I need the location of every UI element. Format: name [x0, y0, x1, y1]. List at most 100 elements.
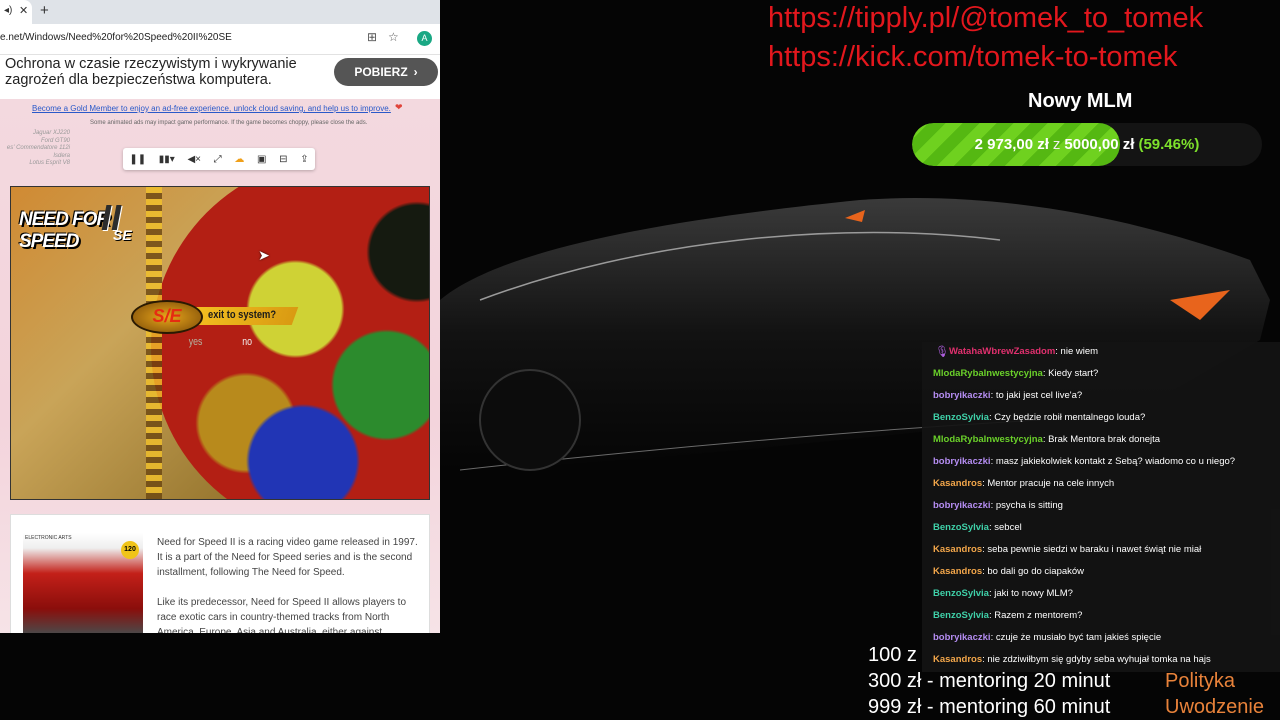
- goal-title: Nowy MLM: [1028, 90, 1133, 112]
- gamepad-icon[interactable]: ⊟: [279, 154, 287, 165]
- translate-icon[interactable]: ⊞: [367, 30, 377, 44]
- price-line: 100 z: [868, 644, 917, 666]
- chat-panel: 🎙 WatahaWbrewZasadom: nie wiem MlodaRybaI…: [922, 342, 1280, 672]
- game-description: Need for Speed II is a racing video game…: [157, 535, 419, 633]
- car-list-item: Jaguar XJ220: [32, 130, 70, 136]
- avatar[interactable]: A: [417, 31, 432, 46]
- chat-username[interactable]: bobryikaczki: [933, 390, 991, 401]
- chat-text: : psycha is sitting: [990, 500, 1063, 511]
- chat-username[interactable]: BenzoSylvia: [933, 412, 989, 423]
- chat-text: : sebcel: [988, 522, 1022, 533]
- chat-username[interactable]: BenzoSylvia: [933, 588, 989, 599]
- topic-label: Polityka: [1165, 670, 1236, 692]
- chat-text: : bo dali go do ciapaków: [982, 566, 1085, 577]
- option-no[interactable]: no: [242, 336, 252, 348]
- emulator-toolbar: ❚❚ ▮▮▾ ◀× ⤢ ☁ ▣ ⊟ ⇪: [123, 148, 315, 170]
- chat-username[interactable]: WatahaWbrewZasadom: [949, 346, 1055, 357]
- topic-label: Uwodzenie: [1165, 696, 1264, 718]
- chevron-right-icon: ›: [413, 65, 418, 79]
- ad-banner[interactable]: Ochrona w czasie rzeczywistym i wykrywan…: [0, 55, 440, 99]
- price-line: 999 zł - mentoring 60 minut: [868, 696, 1111, 718]
- chat-text: : Czy będzie robił mentalnego louda?: [988, 412, 1146, 423]
- close-icon[interactable]: ✕: [19, 4, 28, 17]
- chat-text: : masz jakiekolwiek kontakt z Sebą? wiad…: [990, 456, 1236, 467]
- car-list: Jaguar XJ220 Ford GT90 es' Commendatore …: [0, 130, 70, 168]
- goal-current: 2 973,00 zł: [974, 136, 1049, 153]
- cursor-icon: ➤: [258, 247, 270, 263]
- ad-text: Ochrona w czasie rzeczywistym i wykrywan…: [5, 56, 297, 88]
- save-icon[interactable]: ▣: [257, 154, 266, 165]
- car-list-item: Lotus Esprit V8: [29, 160, 70, 166]
- chat-message: Kasandros: seba pewnie siedzi w baraku i…: [933, 544, 1201, 555]
- chat-message: bobryikaczki: to jaki jest cel live'a?: [933, 390, 1082, 401]
- chat-message: bobryikaczki: czuje że musiało być tam j…: [933, 632, 1161, 643]
- goal-target: 5000,00 zł: [1064, 136, 1135, 153]
- download-button[interactable]: POBIERZ ›: [334, 58, 438, 86]
- se-badge: S/E: [131, 300, 203, 334]
- chat-username[interactable]: Kasandros: [933, 566, 982, 577]
- chat-text: : seba pewnie siedzi w baraku i nawet św…: [982, 544, 1202, 555]
- download-button-label: POBIERZ: [354, 65, 408, 79]
- tab-strip: ◂) ✕ +: [0, 0, 440, 24]
- mute-icon[interactable]: ◀×: [187, 154, 201, 165]
- share-icon[interactable]: ⇪: [300, 154, 308, 165]
- chat-username[interactable]: BenzoSylvia: [933, 522, 989, 533]
- car-list-item: es' Commendatore 112i: [6, 145, 70, 151]
- exit-prompt: exit to system?: [208, 309, 277, 321]
- description-paragraph: Like its predecessor, Need for Speed II …: [157, 597, 407, 633]
- goal-progress-text: 2 973,00 zł z 5000,00 zł (59.46%): [912, 123, 1262, 166]
- goal-percent: (59.46%): [1138, 136, 1200, 153]
- price-line: 300 zł - mentoring 20 minut: [868, 670, 1111, 692]
- chat-username[interactable]: bobryikaczki: [933, 632, 991, 643]
- chat-username[interactable]: MlodaRybaInwestycyjna: [933, 368, 1043, 379]
- chat-username[interactable]: bobryikaczki: [933, 456, 991, 467]
- chat-username[interactable]: Kasandros: [933, 478, 982, 489]
- game-screen[interactable]: NEED FOR SPEED II SE S/E exit to system?…: [10, 186, 430, 500]
- chat-username[interactable]: Kasandros: [933, 544, 982, 555]
- logo-suffix: SE: [113, 227, 132, 243]
- cover-badge: 120: [121, 541, 139, 559]
- performance-note: Some animated ads may impact game perfor…: [90, 120, 368, 126]
- goal-progress-bar: 2 973,00 zł z 5000,00 zł (59.46%): [912, 123, 1262, 166]
- chat-message: WatahaWbrewZasadom: nie wiem: [949, 346, 1098, 357]
- option-yes[interactable]: yes: [189, 336, 203, 348]
- address-bar[interactable]: e.net/Windows/Need%20for%20Speed%20II%20…: [0, 24, 440, 55]
- tipply-link: https://tipply.pl/@tomek_to_tomek: [768, 2, 1204, 34]
- star-icon[interactable]: ☆: [388, 30, 399, 44]
- car-list-item: Isdera: [53, 152, 70, 159]
- chat-message: BenzoSylvia: Razem z mentorem?: [933, 610, 1082, 621]
- game-info-card: ELECTRONIC ARTS 120 Need for Speed II is…: [10, 514, 430, 633]
- speaker-icon[interactable]: ◂): [4, 5, 12, 16]
- cloud-save-icon[interactable]: ☁: [234, 154, 244, 165]
- chat-text: : Mentor pracuje na cele innych: [982, 478, 1115, 489]
- chat-username[interactable]: bobryikaczki: [933, 500, 991, 511]
- description-paragraph: Need for Speed II is a racing video game…: [157, 537, 418, 578]
- chat-message: bobryikaczki: psycha is sitting: [933, 500, 1063, 511]
- chat-message: Kasandros: bo dali go do ciapaków: [933, 566, 1084, 577]
- pause-icon[interactable]: ❚❚: [129, 154, 146, 165]
- chat-text: : Brak Mentora brak donejta: [1042, 434, 1161, 445]
- quality-icon[interactable]: ▮▮▾: [159, 154, 175, 165]
- chat-username[interactable]: MlodaRybaInwestycyjna: [933, 434, 1043, 445]
- chat-message: bobryikaczki: masz jakiekolwiek kontakt …: [933, 456, 1235, 467]
- chat-text: : jaki to nowy MLM?: [988, 588, 1073, 599]
- microphone-icon: 🎙: [935, 346, 949, 358]
- chat-message: BenzoSylvia: sebcel: [933, 522, 1022, 533]
- fullscreen-icon[interactable]: ⤢: [214, 154, 222, 165]
- new-tab-icon[interactable]: +: [40, 2, 49, 19]
- game-cover-image: ELECTRONIC ARTS 120: [23, 533, 143, 633]
- chat-message: MlodaRybaInwestycyjna: Brak Mentora brak…: [933, 434, 1160, 445]
- chat-message: BenzoSylvia: jaki to nowy MLM?: [933, 588, 1073, 599]
- chat-message: BenzoSylvia: Czy będzie robił mentalnego…: [933, 412, 1145, 423]
- browser-tab[interactable]: ◂) ✕: [0, 0, 32, 24]
- chat-username[interactable]: Kasandros: [933, 654, 982, 665]
- game-logo: NEED FOR SPEED II SE: [19, 197, 154, 257]
- chat-username[interactable]: BenzoSylvia: [933, 610, 989, 621]
- chat-message: Kasandros: Mentor pracuje na cele innych: [933, 478, 1114, 489]
- gold-member-link[interactable]: Become a Gold Member to enjoy an ad-free…: [32, 104, 391, 113]
- chat-text: : Razem z mentorem?: [988, 610, 1083, 621]
- url-text[interactable]: e.net/Windows/Need%20for%20Speed%20II%20…: [0, 32, 232, 43]
- car-list-item: Ford GT90: [40, 137, 70, 144]
- heart-icon: ❤: [395, 102, 403, 112]
- chat-text: : Kiedy start?: [1042, 368, 1099, 379]
